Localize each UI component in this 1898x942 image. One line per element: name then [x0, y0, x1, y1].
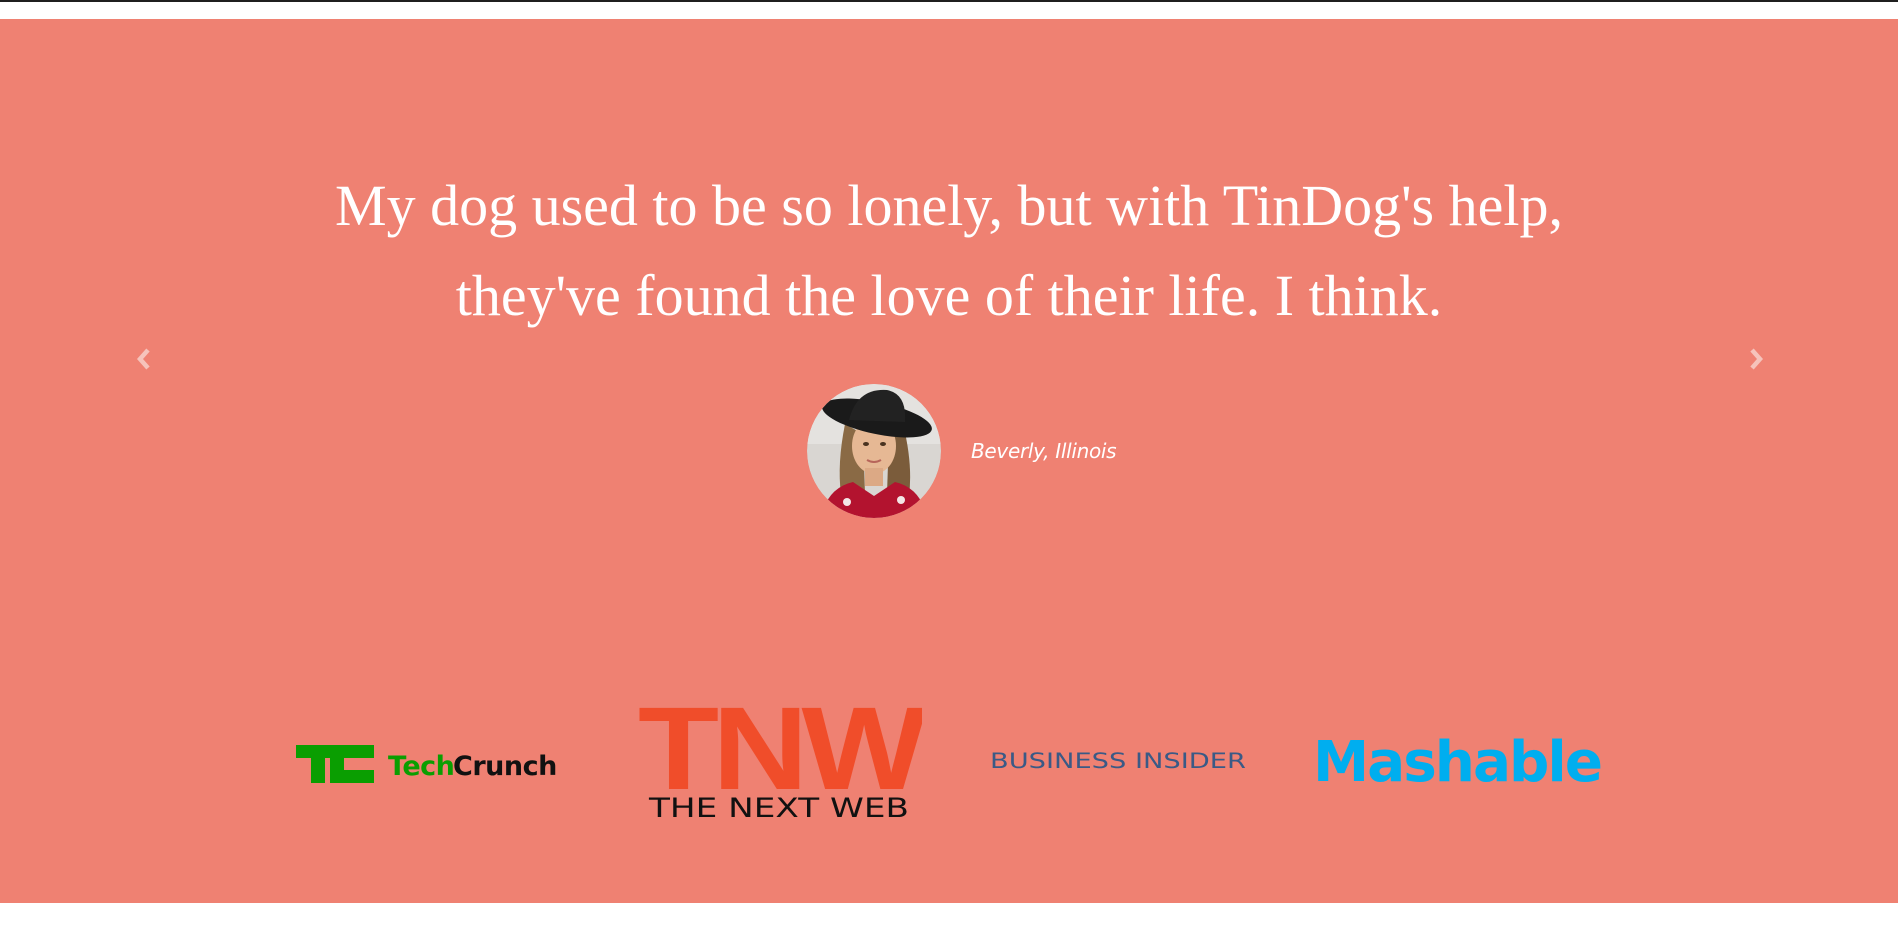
techcrunch-mark: Tech Crunch	[296, 745, 557, 783]
testimonials-section: My dog used to be so lonely, but with Ti…	[0, 19, 1898, 903]
press-logos: Tech Crunch TNW THE NEXT WEB BUSINESS IN…	[0, 683, 1898, 829]
testimonial-author: Beverly, Illinois	[807, 384, 1117, 518]
quote-line-1: My dog used to be so lonely, but with Ti…	[335, 173, 1563, 238]
avatar-image	[807, 384, 941, 518]
business-insider-mark: BUSINESS INSIDER	[990, 749, 1246, 773]
top-white-strip	[0, 2, 1898, 19]
business-insider-text: BUSINESS INSIDER	[990, 749, 1246, 773]
techcrunch-logo: Tech Crunch	[296, 741, 580, 785]
business-insider-logo: BUSINESS INSIDER	[990, 744, 1248, 774]
testimonial-quote: My dog used to be so lonely, but with Ti…	[0, 161, 1898, 341]
mashable-mark: Mashable	[1313, 730, 1603, 795]
carousel-prev-button[interactable]	[124, 341, 164, 377]
carousel-next-button[interactable]	[1736, 341, 1776, 377]
author-name: Beverly, Illinois	[971, 439, 1117, 463]
chevron-right-icon	[1750, 348, 1764, 370]
tnw-logo: TNW THE NEXT WEB	[637, 683, 933, 824]
tnw-mark: TNW THE NEXT WEB	[638, 683, 933, 824]
quote-line-2: they've found the love of their life. I …	[455, 263, 1443, 328]
mashable-logo: Mashable	[1313, 729, 1603, 795]
avatar	[807, 384, 941, 518]
tnw-name: THE NEXT WEB	[648, 793, 909, 823]
techcrunch-word1: Tech	[388, 751, 454, 782]
chevron-left-icon	[136, 348, 150, 370]
mashable-text: Mashable	[1313, 730, 1601, 791]
bottom-white-strip	[0, 903, 1898, 942]
techcrunch-word2: Crunch	[453, 751, 557, 782]
